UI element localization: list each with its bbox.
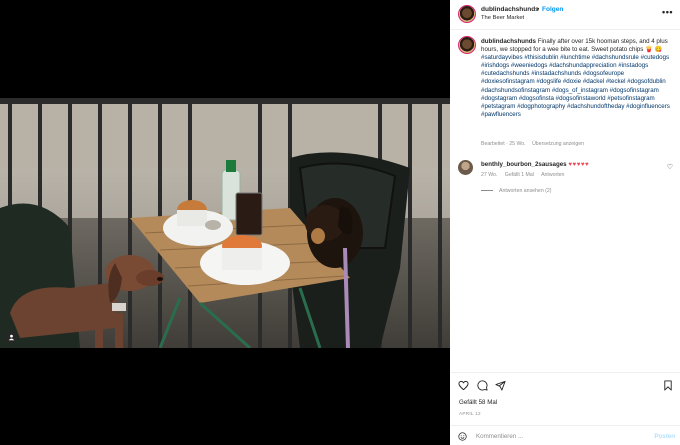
emoji-svg — [458, 432, 467, 441]
person-icon — [8, 334, 14, 340]
share-svg — [495, 380, 506, 391]
more-horizontal-icon[interactable]: ••• — [662, 7, 673, 17]
post-date[interactable]: APRIL 12 — [459, 411, 481, 416]
post-side-panel: dublindachshunds • Folgen The Beer Marke… — [450, 0, 680, 445]
heart-svg — [458, 380, 469, 391]
post-comment-button[interactable]: Posten — [654, 433, 675, 440]
author-avatar[interactable] — [458, 5, 476, 23]
comment-meta: 27 Wo. Gefällt 1 Mal Antworten — [481, 172, 570, 178]
replies-divider — [481, 190, 493, 191]
comment-composer: Kommentieren ... Posten — [450, 425, 680, 445]
follow-button[interactable]: Folgen — [542, 6, 563, 13]
comment-likes-count[interactable]: Gefällt 1 Mal — [505, 172, 534, 178]
caption-meta: Bearbeitet · 25 Wo. Übersetzung anzeigen — [481, 141, 589, 147]
heart-icon[interactable] — [458, 380, 469, 394]
comment-svg — [477, 380, 488, 391]
instagram-post-dialog: dublindachshunds • Folgen The Beer Marke… — [0, 0, 680, 445]
emoji-icon[interactable] — [458, 432, 467, 443]
comment-like-heart-icon[interactable]: ♡ — [667, 163, 673, 171]
post-media-pane — [0, 0, 450, 445]
post-photo[interactable] — [0, 98, 450, 348]
comment-icon[interactable] — [477, 380, 488, 394]
comment-reply-link[interactable]: Antworten — [541, 172, 564, 178]
photo-dogs-at-cafe-table — [0, 98, 450, 348]
comment-row: benthly_bourbon_2sausages ♥♥♥♥♥ — [481, 161, 589, 168]
caption-username[interactable]: dublindachshunds — [481, 38, 536, 45]
commenter-avatar[interactable] — [458, 160, 473, 175]
comment-text: ♥♥♥♥♥ — [568, 161, 590, 168]
comment-age: 27 Wo. — [481, 172, 498, 178]
comment-input[interactable]: Kommentieren ... — [476, 433, 523, 440]
post-location[interactable]: The Beer Market — [481, 15, 524, 21]
caption-edited-time: Bearbeitet · 25 Wo. — [481, 141, 526, 147]
caption-author-avatar[interactable] — [458, 36, 476, 54]
view-replies-link[interactable]: Antworten ansehen (2) — [481, 188, 551, 194]
post-caption: dublindachshunds Finally after over 15k … — [481, 38, 673, 119]
share-icon[interactable] — [495, 380, 506, 394]
caption-hashtags[interactable]: #saturdayvibes #thisisdublin #lunchtime … — [481, 54, 670, 118]
tagged-user-icon[interactable] — [5, 331, 17, 343]
separator-dot: • — [537, 6, 540, 13]
commenter-username[interactable]: benthly_bourbon_2sausages — [481, 161, 567, 168]
post-actions: Gefällt 58 Mal APRIL 12 Kommentieren ...… — [450, 372, 680, 445]
author-username[interactable]: dublindachshunds — [481, 6, 539, 13]
post-header: dublindachshunds • Folgen The Beer Marke… — [450, 0, 680, 30]
translate-link[interactable]: Übersetzung anzeigen — [532, 141, 584, 147]
view-replies-label[interactable]: Antworten ansehen (2) — [499, 188, 551, 194]
likes-count[interactable]: Gefällt 58 Mal — [459, 399, 497, 406]
bookmark-svg — [664, 380, 672, 391]
bookmark-icon[interactable] — [663, 380, 673, 394]
